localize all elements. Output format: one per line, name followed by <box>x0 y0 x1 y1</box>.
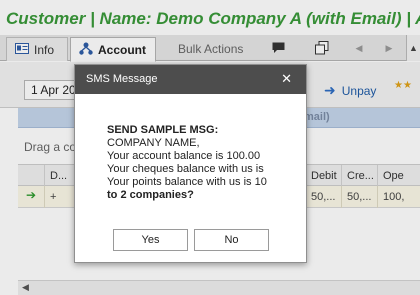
message-line: Your account balance is 100.00 <box>107 150 261 162</box>
message-line: COMPANY NAME, <box>107 137 200 149</box>
message-line: Your cheques balance with us is <box>107 163 264 175</box>
dialog-title: SMS Message <box>86 73 158 85</box>
close-icon[interactable]: ✕ <box>281 71 292 87</box>
message-heading: SEND SAMPLE MSG: <box>107 124 219 136</box>
yes-button[interactable]: Yes <box>113 229 188 251</box>
message-footer: to 2 companies? <box>107 189 194 201</box>
message-line: Your points balance with us is 10 <box>107 176 267 188</box>
dialog-header: SMS Message ✕ <box>75 65 306 94</box>
dialog-message: SEND SAMPLE MSG: COMPANY NAME, Your acco… <box>107 124 303 202</box>
no-button[interactable]: No <box>194 229 269 251</box>
sms-message-dialog: SMS Message ✕ SEND SAMPLE MSG: COMPANY N… <box>74 64 307 263</box>
